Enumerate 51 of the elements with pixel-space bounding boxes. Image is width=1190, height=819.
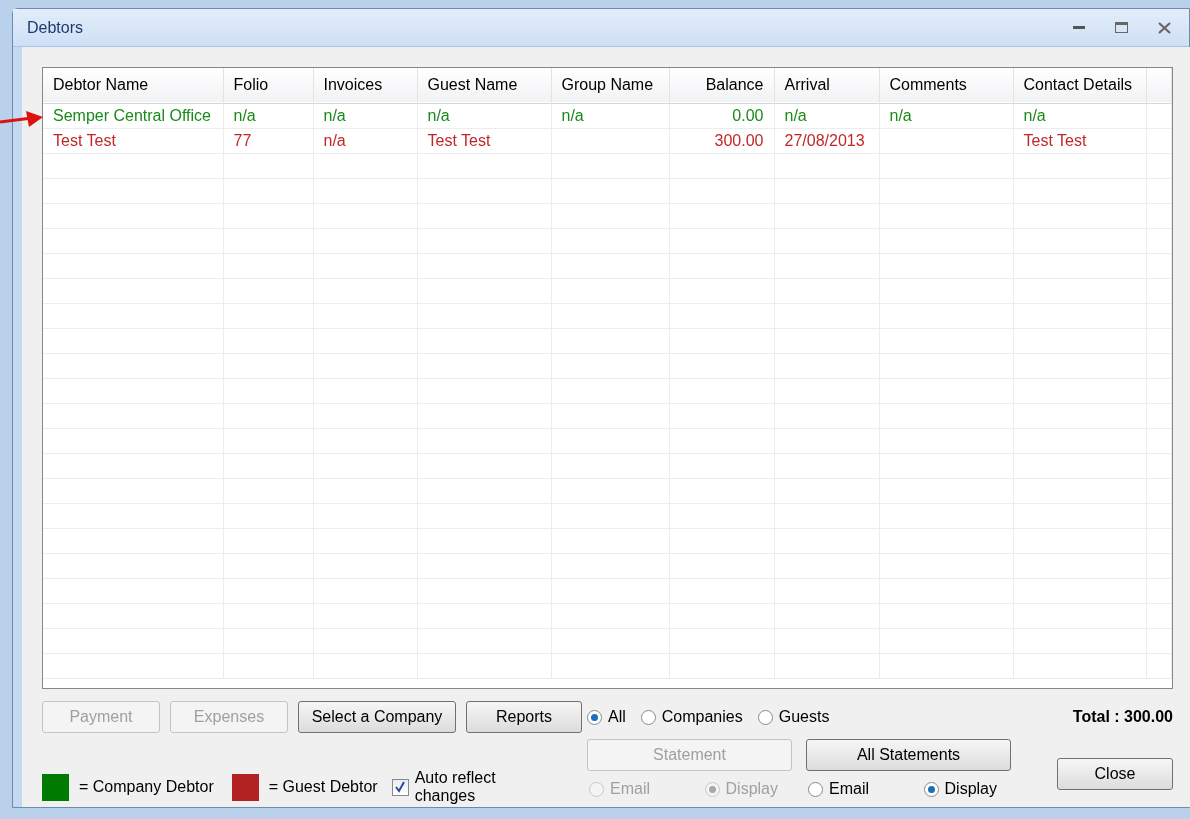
statement-button[interactable]: All Statements bbox=[806, 739, 1011, 771]
radio-button[interactable] bbox=[640, 709, 656, 725]
close-icon[interactable] bbox=[1158, 21, 1171, 34]
radio-button[interactable] bbox=[587, 709, 602, 725]
radio-button[interactable] bbox=[757, 709, 773, 725]
legend-label: = Guest Debtor bbox=[268, 777, 378, 797]
checkbox-label: Auto reflect changes bbox=[414, 769, 497, 805]
radio-button[interactable] bbox=[808, 781, 823, 797]
action-button[interactable]: Reports bbox=[466, 701, 582, 733]
table-cell: 77 bbox=[233, 131, 252, 149]
arrow-icon bbox=[0, 110, 44, 130]
column-header[interactable]: Guest Name bbox=[417, 68, 551, 103]
radio-option[interactable]: All bbox=[587, 705, 626, 729]
table-cell: Test Test bbox=[1023, 131, 1087, 149]
maximize-icon[interactable] bbox=[1115, 22, 1128, 33]
radio-option[interactable]: Email bbox=[808, 777, 869, 801]
column-header[interactable]: Contact Details bbox=[1013, 68, 1146, 103]
table-cell: n/a bbox=[323, 106, 346, 124]
table-cell: Test Test bbox=[427, 131, 491, 149]
radio-option[interactable]: Guests bbox=[757, 705, 830, 729]
checkbox[interactable] bbox=[391, 778, 409, 796]
window-title: Debtors bbox=[27, 17, 84, 38]
legend-label: = Company Debtor bbox=[79, 777, 214, 797]
table-cell: n/a bbox=[427, 106, 450, 124]
table-cell: n/a bbox=[323, 131, 346, 149]
table-cell: n/a bbox=[1023, 106, 1046, 124]
table-cell: Semper Central Office bbox=[53, 106, 211, 124]
column-header[interactable]: Arrival bbox=[774, 68, 879, 103]
column-header[interactable]: Group Name bbox=[551, 68, 669, 103]
column-header[interactable]: Comments bbox=[879, 68, 1013, 103]
table-cell: n/a bbox=[233, 106, 256, 124]
minimize-icon[interactable] bbox=[1073, 25, 1085, 30]
column-header[interactable]: Invoices bbox=[313, 68, 417, 103]
column-header[interactable]: Folio bbox=[223, 68, 313, 103]
radio-option[interactable]: Display bbox=[923, 777, 997, 801]
table-row[interactable]: Semper Central Office n/a n/a n/a n/a 0.00 n/a n/a n/a bbox=[43, 103, 1172, 128]
table-cell: n/a bbox=[561, 106, 584, 124]
total-label: Total : 300.00 bbox=[1072, 707, 1173, 727]
table-cell: 27/08/2013 bbox=[784, 131, 865, 149]
table-cell: Test Test bbox=[53, 131, 116, 149]
table-cell: 300.00 bbox=[714, 131, 764, 149]
close-button[interactable]: Close bbox=[1057, 758, 1173, 790]
column-header[interactable]: Debtor Name bbox=[43, 68, 223, 103]
radio-button[interactable] bbox=[923, 781, 939, 797]
radio-option[interactable]: Companies bbox=[640, 705, 743, 729]
column-header[interactable]: Balance bbox=[669, 68, 774, 103]
table-cell: n/a bbox=[784, 106, 807, 124]
action-button[interactable]: Select a Company bbox=[298, 701, 456, 733]
table-cell: 0.00 bbox=[732, 106, 764, 124]
table-row[interactable]: Test Test 77 n/a Test Test 300.00 27/08/2013 Test Test bbox=[43, 128, 1172, 153]
table-cell: n/a bbox=[889, 106, 912, 124]
